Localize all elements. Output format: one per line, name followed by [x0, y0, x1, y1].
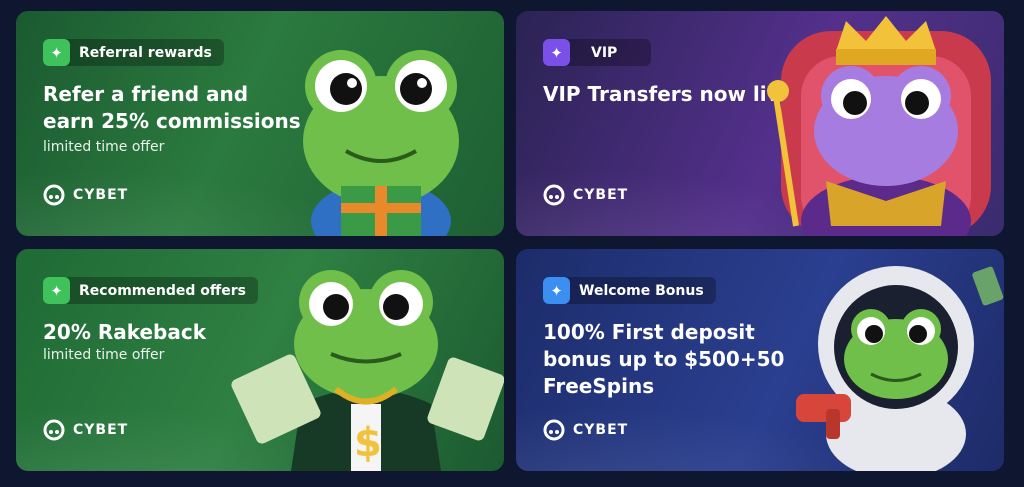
frog-with-money-illustration: $	[231, 270, 504, 471]
svg-text:$: $	[354, 420, 382, 466]
badge-label: VIP	[591, 44, 618, 61]
cybet-logo-icon	[43, 184, 65, 206]
promo-card-referral[interactable]: ✦ Referral rewards Refer a friend and ea…	[16, 11, 504, 236]
sparkle-icon: ✦	[43, 277, 70, 304]
frog-with-gift-illustration	[303, 50, 459, 236]
cybet-logo: CYBET	[543, 419, 628, 441]
king-frog-illustration	[767, 16, 991, 236]
brand-name: CYBET	[73, 422, 129, 438]
badge-label: Referral rewards	[79, 44, 212, 61]
badge-label: Recommended offers	[79, 282, 246, 299]
badge-label: Welcome Bonus	[579, 282, 704, 299]
sparkle-icon: ✦	[43, 39, 70, 66]
brand-name: CYBET	[573, 422, 629, 438]
cybet-logo-icon	[543, 184, 565, 206]
cybet-logo: CYBET	[543, 184, 628, 206]
sparkle-icon: ✦	[543, 39, 570, 66]
promo-card-recommended[interactable]: ✦ Recommended offers 20% Rakeback limite…	[16, 249, 504, 471]
cybet-logo: CYBET	[43, 184, 128, 206]
sparkle-icon: ✦	[543, 277, 570, 304]
cybet-logo-icon	[43, 419, 65, 441]
promo-card-vip[interactable]: ✦ VIP VIP Transfers now live CYBET	[516, 11, 1004, 236]
promo-title: Refer a friend and earn 25% commissions	[43, 82, 301, 133]
cybet-logo-icon	[543, 419, 565, 441]
recommended-badge: ✦ Recommended offers	[43, 277, 258, 304]
welcome-badge: ✦ Welcome Bonus	[543, 277, 716, 304]
promo-subtitle: limited time offer	[43, 347, 165, 363]
promo-card-welcome[interactable]: ✦ Welcome Bonus 100% First deposit bonus…	[516, 249, 1004, 471]
referral-badge: ✦ Referral rewards	[43, 39, 224, 66]
cybet-logo: CYBET	[43, 419, 128, 441]
vip-badge: ✦ VIP	[543, 39, 652, 66]
brand-name: CYBET	[573, 187, 629, 203]
promo-subtitle: limited time offer	[43, 139, 165, 155]
astronaut-frog-illustration	[796, 266, 1004, 471]
promo-title: 100% First deposit bonus up to $500+50 F…	[543, 320, 785, 398]
brand-name: CYBET	[73, 187, 129, 203]
promo-title: VIP Transfers now live	[543, 82, 794, 106]
